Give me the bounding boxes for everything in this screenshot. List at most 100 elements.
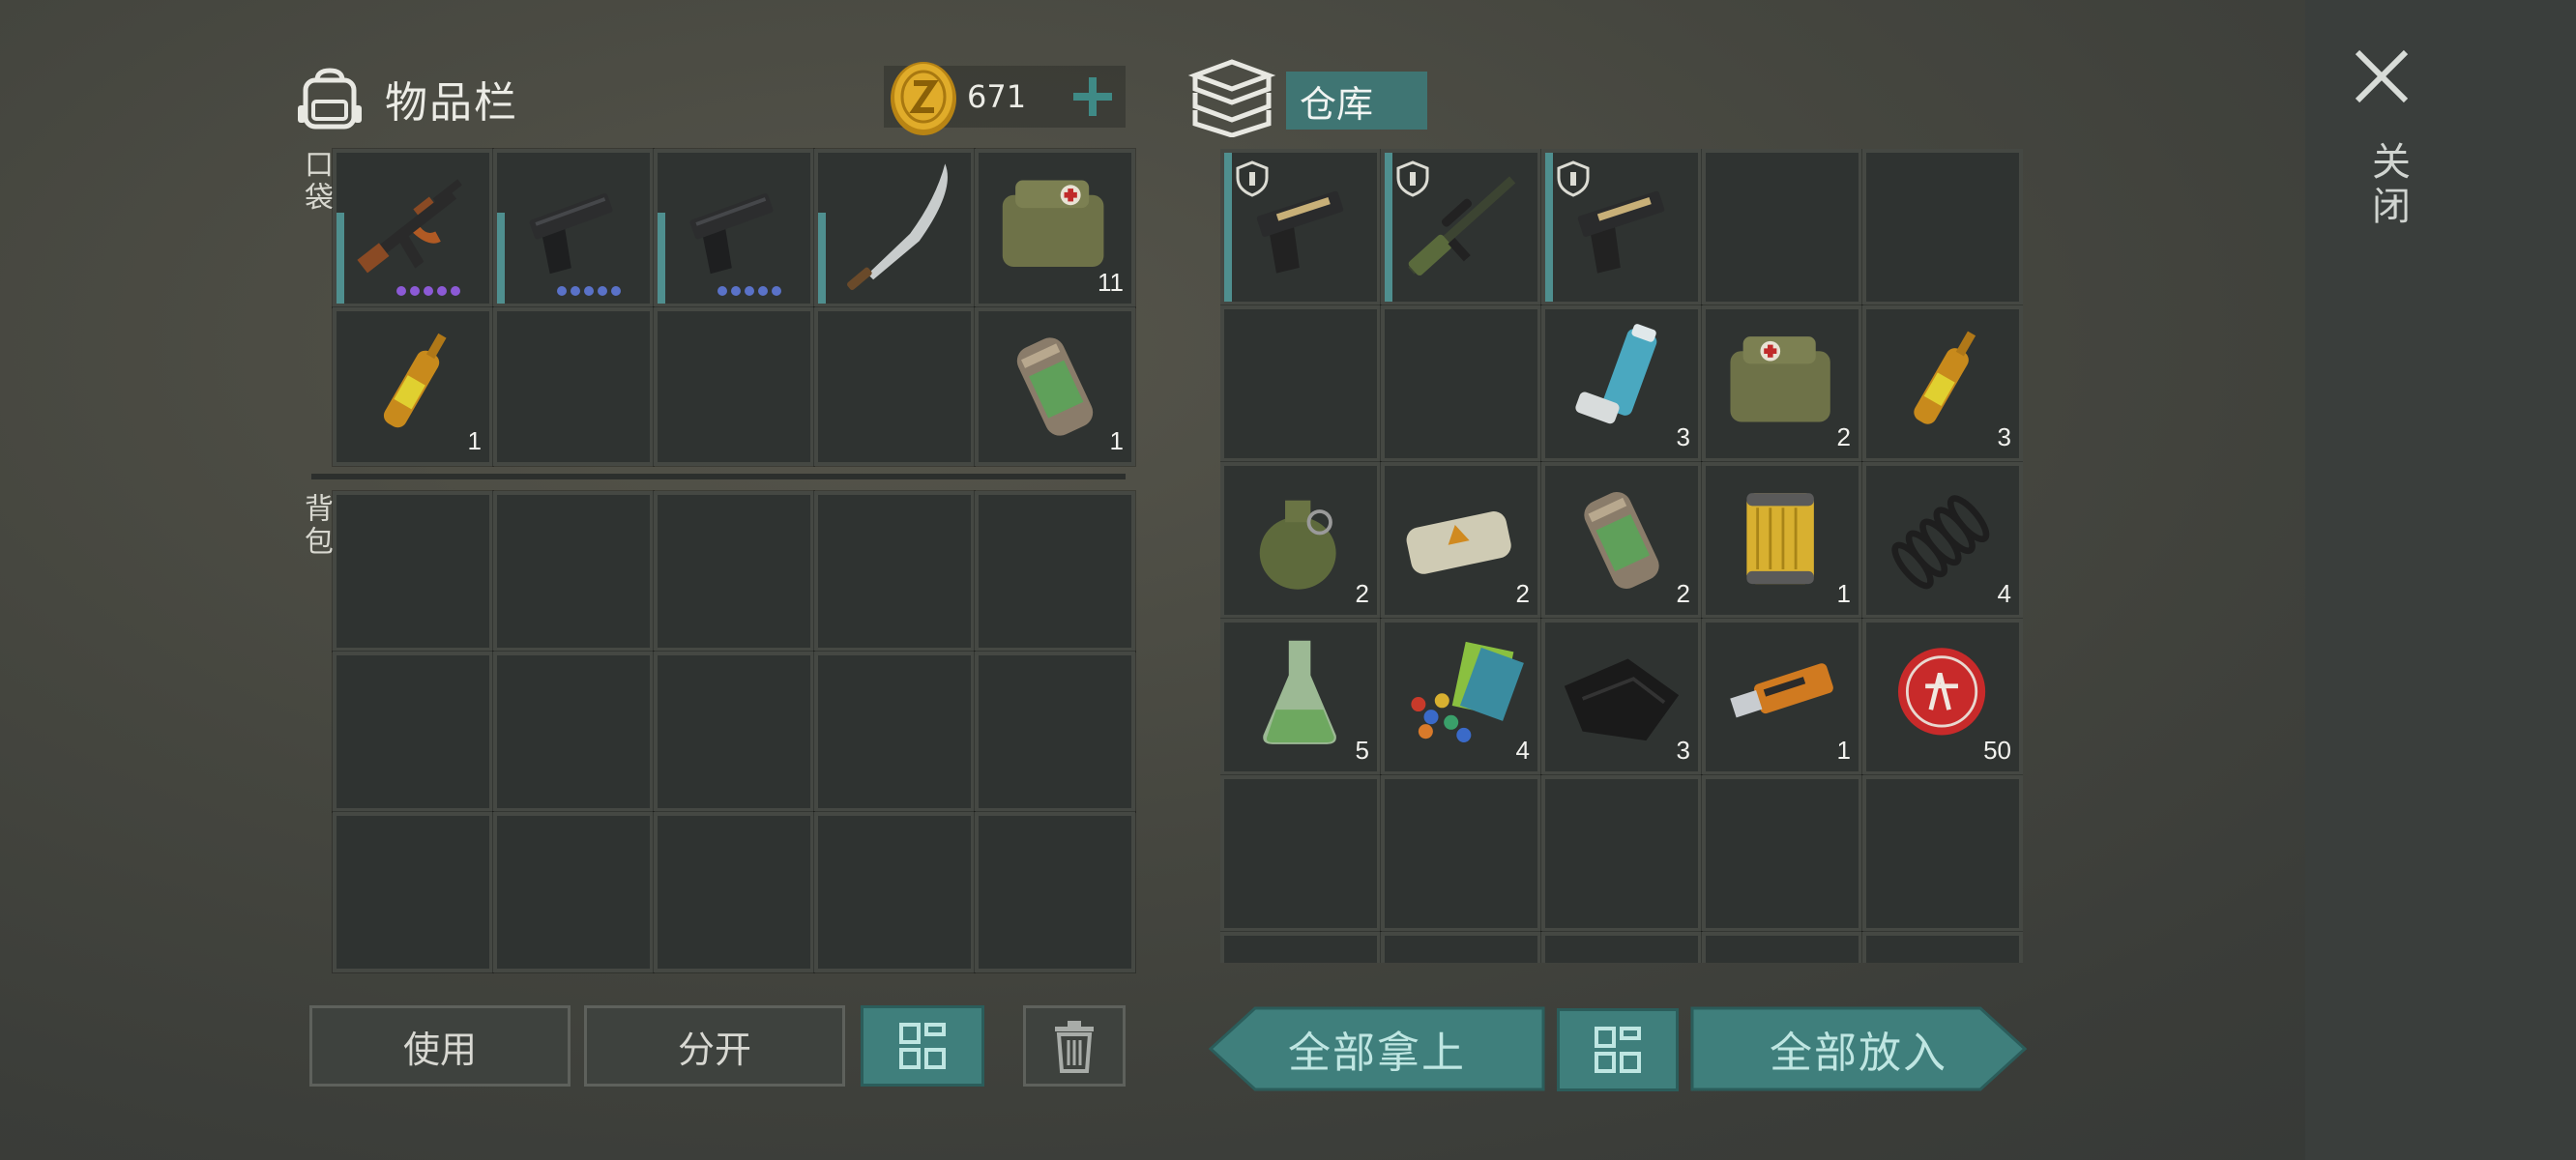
item-quantity: 4	[1515, 736, 1530, 765]
item-quantity: 3	[1676, 422, 1690, 451]
coin-count: 671	[967, 78, 1027, 115]
storage-slot-empty[interactable]	[1380, 774, 1542, 933]
use-button[interactable]: 使用	[309, 1005, 571, 1087]
pocket-backpack-divider	[311, 474, 1126, 479]
storage-slot-pills-and-cards[interactable]: 4	[1380, 618, 1542, 776]
backpack-slot[interactable]	[813, 811, 976, 973]
storage-slot-empty[interactable]	[1861, 774, 2023, 933]
storage-slot-empty[interactable]	[1220, 304, 1382, 463]
storage-boxes-icon	[1187, 59, 1276, 137]
pocket-slot-pistol[interactable]	[492, 148, 655, 308]
storage-slot-empty[interactable]	[1861, 931, 2023, 963]
pocket-slot-empty[interactable]	[492, 306, 655, 467]
pocket-label: 口袋	[299, 149, 333, 215]
storage-slot-frag-grenade[interactable]: 2	[1220, 461, 1382, 620]
storage-slot-gold-pistol[interactable]	[1540, 149, 1703, 306]
storage-slot-flask[interactable]: 5	[1220, 618, 1382, 776]
adrenaline-vial-icon	[383, 333, 447, 428]
put-all-button[interactable]: 全部放入	[1690, 1005, 2028, 1092]
assault-rifle-icon	[357, 179, 462, 274]
backpack-slot[interactable]	[653, 490, 815, 652]
item-quantity: 11	[1098, 268, 1124, 297]
pocket-slot-machete[interactable]	[813, 148, 976, 308]
split-button[interactable]: 分开	[584, 1005, 845, 1087]
trash-icon	[1055, 1021, 1094, 1073]
storage-slot-medkit-bag[interactable]: 2	[1701, 304, 1863, 463]
item-quantity: 2	[1515, 579, 1530, 608]
backpack-slot[interactable]	[813, 490, 976, 652]
backpack-slot[interactable]	[974, 490, 1136, 652]
storage-slot-empty[interactable]	[1380, 931, 1542, 963]
storage-slot-empty[interactable]	[1220, 774, 1382, 933]
add-coins-button[interactable]	[1069, 73, 1116, 120]
coin-icon	[891, 62, 956, 135]
storage-slot-sniper-rifle[interactable]	[1380, 149, 1542, 306]
pocket-slot-empty[interactable]	[653, 306, 815, 467]
inventory-header: 物品栏	[296, 60, 518, 137]
item-quantity: 1	[467, 426, 482, 455]
item-quantity: 1	[1836, 736, 1851, 765]
pistol-icon	[689, 193, 774, 275]
gold-pistol-icon	[1577, 190, 1665, 274]
pills-and-cards-icon	[1411, 641, 1524, 742]
backpack-slot[interactable]	[332, 811, 494, 973]
pocket-slot-empty[interactable]	[813, 306, 976, 467]
storage-slot-empty[interactable]	[1540, 931, 1703, 963]
pocket-slot-medkit-bag[interactable]: 11	[974, 148, 1136, 308]
storage-slot-gold-pistol[interactable]	[1220, 149, 1382, 306]
item-quantity: 3	[1676, 736, 1690, 765]
pocket-slot-adrenaline-vial[interactable]: 1	[332, 306, 494, 467]
storage-slot-empty[interactable]	[1540, 774, 1703, 933]
storage-slot-inhaler[interactable]: 3	[1540, 304, 1703, 463]
backpack-slot[interactable]	[332, 651, 494, 813]
gold-pistol-icon	[1256, 190, 1344, 274]
backpack-slot[interactable]	[332, 490, 494, 652]
item-quantity: 1	[1836, 579, 1851, 608]
pocket-slot-cryo-canister[interactable]: 1	[974, 306, 1136, 467]
cryo-canister-icon	[1584, 491, 1659, 590]
sort-inventory-button[interactable]	[861, 1005, 984, 1087]
storage-slot-adrenaline-vial[interactable]: 3	[1861, 304, 2023, 463]
storage-slot-empty[interactable]	[1380, 304, 1542, 463]
close-label[interactable]: 关闭	[2359, 141, 2415, 230]
pocket-slot-pistol[interactable]	[653, 148, 815, 308]
backpack-slot[interactable]	[653, 811, 815, 973]
adrenaline-vial-icon	[1914, 331, 1976, 424]
storage-slot-empty[interactable]	[1220, 931, 1382, 963]
storage-slot-empty[interactable]	[1861, 149, 2023, 306]
storage-slot-usb-drive[interactable]: 1	[1701, 618, 1863, 776]
sort-storage-button[interactable]	[1557, 1008, 1679, 1091]
inhaler-icon	[1575, 324, 1657, 424]
rarity-dots	[557, 286, 621, 296]
storage-slot-explosive-brick[interactable]: 2	[1380, 461, 1542, 620]
storage-slot-black-cloth[interactable]: 3	[1540, 618, 1703, 776]
storage-slot-empty[interactable]	[1701, 931, 1863, 963]
sniper-rifle-icon	[1408, 176, 1516, 276]
storage-slot-spring[interactable]: 4	[1861, 461, 2023, 620]
trash-button[interactable]	[1023, 1005, 1126, 1087]
grid-sort-icon	[1595, 1027, 1641, 1073]
storage-slot-empty[interactable]	[1701, 149, 1863, 306]
backpack-slot[interactable]	[492, 490, 655, 652]
item-quantity: 3	[1997, 422, 2011, 451]
take-all-button[interactable]: 全部拿上	[1208, 1005, 1545, 1092]
storage-slot-cryo-canister[interactable]: 2	[1540, 461, 1703, 620]
backpack-slot[interactable]	[492, 651, 655, 813]
backpack-slot[interactable]	[492, 811, 655, 973]
item-quantity: 1	[1109, 426, 1124, 455]
storage-slot-bottle-cap[interactable]: 50	[1861, 618, 2023, 776]
usb-drive-icon	[1730, 663, 1833, 718]
item-quantity: 2	[1676, 579, 1690, 608]
backpack-slot[interactable]	[974, 651, 1136, 813]
storage-slot-empty[interactable]	[1701, 774, 1863, 933]
close-icon[interactable]	[2352, 46, 2412, 106]
storage-grid: 3 2 3 2 2 2 1 4 5 4 3 1 50	[1220, 149, 2023, 963]
black-cloth-icon	[1564, 658, 1680, 741]
rarity-dots	[717, 286, 781, 296]
backpack-slot[interactable]	[813, 651, 976, 813]
pocket-slot-assault-rifle[interactable]	[332, 148, 494, 308]
backpack-slot[interactable]	[974, 811, 1136, 973]
storage-slot-oil-filter[interactable]: 1	[1701, 461, 1863, 620]
flask-icon	[1263, 640, 1336, 744]
backpack-slot[interactable]	[653, 651, 815, 813]
